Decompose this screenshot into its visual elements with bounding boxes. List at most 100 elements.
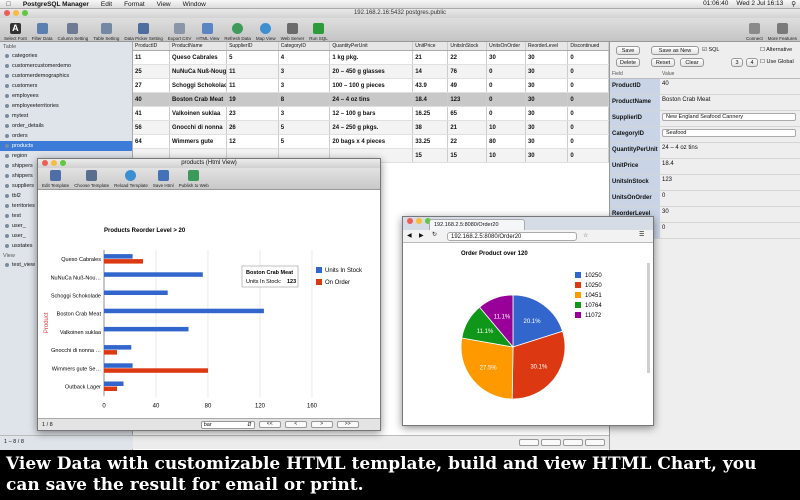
detail-field-value[interactable]: 30 xyxy=(662,209,669,215)
bar-units-in-stock[interactable] xyxy=(104,381,124,387)
forward-icon[interactable]: ▶ xyxy=(419,232,424,239)
choose-template-button[interactable]: Choose Template xyxy=(72,170,111,188)
sidebar-item-customers[interactable]: customers xyxy=(0,81,132,91)
detail-field-value[interactable]: New England Seafood Cannery xyxy=(662,113,796,121)
grid-first-button[interactable] xyxy=(519,439,539,446)
web-server-button[interactable]: Web Server xyxy=(279,23,307,41)
column-header-unitsinstock[interactable]: UnitsInStock xyxy=(448,42,488,50)
column-header-reorderlevel[interactable]: ReorderLevel xyxy=(526,42,569,50)
sidebar-item-products[interactable]: products xyxy=(0,141,132,151)
bar-units-in-stock[interactable] xyxy=(104,326,189,332)
browser-tab[interactable]: 192.168.2.5:8080/Order20 xyxy=(429,219,525,230)
table-row[interactable]: 11 Queso Cabrales 5 4 1 kg pkg. 21 22 30 30 0 xyxy=(133,51,610,65)
close-button[interactable] xyxy=(42,160,48,166)
bar-on-order[interactable] xyxy=(104,350,117,355)
detail-field-value[interactable]: 24 – 4 oz tins xyxy=(662,145,698,151)
clear-button[interactable]: Clear xyxy=(680,58,704,67)
zoom-button[interactable] xyxy=(22,10,28,16)
map-view-button[interactable]: Map View xyxy=(254,23,278,41)
column-header-discontinued[interactable]: Discontinued xyxy=(568,42,610,50)
bar-on-order[interactable] xyxy=(104,259,143,264)
table-setting-button[interactable]: Table Setting xyxy=(91,23,121,41)
more-features-button[interactable]: More Features xyxy=(766,23,799,41)
save-html-button[interactable]: Save Html xyxy=(151,170,176,188)
detail-field-value[interactable]: 0 xyxy=(662,193,665,199)
step-3-button[interactable]: 3 xyxy=(731,58,743,67)
bar-units-in-stock[interactable] xyxy=(104,272,203,277)
column-header-categoryid[interactable]: CategoryID xyxy=(279,42,331,50)
html-view-button[interactable]: HTML View xyxy=(194,23,221,41)
menu-format[interactable]: Format xyxy=(118,1,151,8)
apple-icon[interactable]:  xyxy=(0,1,17,8)
close-button[interactable] xyxy=(407,218,413,224)
minimize-button[interactable] xyxy=(416,218,422,224)
menu-icon[interactable]: ☰ xyxy=(639,231,644,238)
grid-prev-button[interactable] xyxy=(541,439,561,446)
menu-view[interactable]: View xyxy=(151,1,177,8)
column-header-quantityperunit[interactable]: QuantityPerUnit xyxy=(330,42,414,50)
table-row[interactable]: 64 Wimmers gute 12 5 20 bags x 4 pieces 33.25… xyxy=(133,135,610,149)
star-icon[interactable]: ☆ xyxy=(583,232,588,239)
scrollbar[interactable] xyxy=(647,263,650,373)
table-row[interactable]: 41 Valkoinen suklaa 23 3 12 – 100 g bars 16.2… xyxy=(133,107,610,121)
alternative-checkbox[interactable]: ☐ Alternative xyxy=(760,47,792,53)
use-global-checkbox[interactable]: ☐ Use Global xyxy=(760,59,794,65)
back-icon[interactable]: ◀ xyxy=(407,232,412,239)
filter-data-button[interactable]: Filter Data xyxy=(30,23,55,41)
last-page-button[interactable]: >> xyxy=(336,421,359,428)
bar-units-in-stock[interactable] xyxy=(104,345,132,350)
chart-type-select[interactable]: bar ⇵ xyxy=(200,420,255,429)
sidebar-item-mytest[interactable]: mytest xyxy=(0,111,132,121)
menu-window[interactable]: Window xyxy=(177,1,212,8)
grid-next-button[interactable] xyxy=(563,439,583,446)
first-page-button[interactable]: << xyxy=(258,421,281,428)
column-setting-button[interactable]: Column Setting xyxy=(56,23,91,41)
column-header-productid[interactable]: ProductID xyxy=(133,42,170,50)
sidebar-item-employees[interactable]: employees xyxy=(0,91,132,101)
bar-units-in-stock[interactable] xyxy=(104,254,133,259)
data-picker-setting-button[interactable]: Data Picker Setting xyxy=(122,23,165,41)
sidebar-item-employeeterritories[interactable]: employeeterritories xyxy=(0,101,132,111)
sidebar-section-table[interactable]: Table xyxy=(0,42,132,51)
detail-field-value[interactable]: 40 xyxy=(662,81,669,87)
bar-units-in-stock[interactable] xyxy=(104,308,264,314)
close-button[interactable] xyxy=(4,10,10,16)
column-header-unitprice[interactable]: UnitPrice xyxy=(413,42,449,50)
edit-template-button[interactable]: Edit Template xyxy=(40,170,71,188)
zoom-button[interactable] xyxy=(60,160,66,166)
save-button[interactable]: Save xyxy=(616,46,640,55)
bar-units-in-stock[interactable] xyxy=(104,363,133,368)
bar-on-order[interactable] xyxy=(104,386,117,392)
table-row[interactable]: 56 Gnocchi di nonna 26 5 24 – 250 g pkgs. 38 2… xyxy=(133,121,610,135)
detail-field-value[interactable]: 123 xyxy=(662,177,672,183)
detail-field-value[interactable]: Boston Crab Meat xyxy=(662,97,710,103)
menu-edit[interactable]: Edit xyxy=(95,1,118,8)
detail-field-value[interactable]: 18.4 xyxy=(662,161,674,167)
column-header-productname[interactable]: ProductName xyxy=(170,42,228,50)
url-input[interactable]: 192.168.2.5:8080/Order20 xyxy=(447,232,577,241)
minimize-button[interactable] xyxy=(13,10,19,16)
sidebar-item-orders[interactable]: orders xyxy=(0,131,132,141)
minimize-button[interactable] xyxy=(51,160,57,166)
sidebar-item-order_details[interactable]: order_details xyxy=(0,121,132,131)
save-as-new-button[interactable]: Save as New xyxy=(651,46,699,55)
reload-icon[interactable]: ↻ xyxy=(432,231,437,238)
export-csv-button[interactable]: Export CSV xyxy=(166,23,194,41)
search-icon[interactable]: ⚲ xyxy=(791,0,796,8)
bar-units-in-stock[interactable] xyxy=(104,290,168,296)
run-sql-button[interactable]: Run SQL xyxy=(307,23,330,41)
table-row[interactable]: 40 Boston Crab Meat 19 8 24 – 4 oz tins 18.4 1… xyxy=(133,93,610,107)
sidebar-item-customerdemographics[interactable]: customerdemographics xyxy=(0,71,132,81)
grid-last-button[interactable] xyxy=(585,439,605,446)
bar-on-order[interactable] xyxy=(104,368,208,373)
next-page-button[interactable]: > xyxy=(310,421,333,428)
detail-field-value[interactable]: Seafood xyxy=(662,129,796,137)
table-row[interactable]: 27 Schoggi Schokolade 11 3 100 – 100 g piece… xyxy=(133,79,610,93)
connect-button[interactable]: Connect xyxy=(744,23,765,41)
refresh-data-button[interactable]: Refresh Data xyxy=(222,23,253,41)
table-row[interactable]: 25 NuNuCa Nuß-Nougat 11 3 20 – 450 g glasses… xyxy=(133,65,610,79)
column-header-unitsonorder[interactable]: UnitsOnOrder xyxy=(487,42,526,50)
sql-checkbox[interactable]: ☑ SQL xyxy=(702,47,719,53)
reset-button[interactable]: Reset xyxy=(651,58,675,67)
detail-field-value[interactable]: 0 xyxy=(662,225,665,231)
